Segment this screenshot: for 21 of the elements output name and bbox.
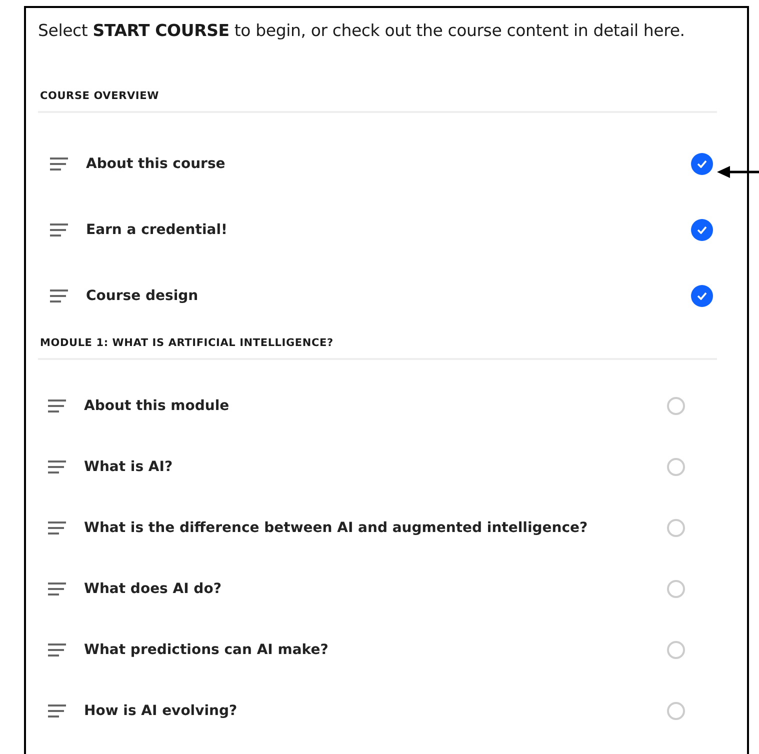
lesson-link[interactable]: What is the difference between AI and augmented intelligence? <box>84 520 667 536</box>
section-heading: COURSE OVERVIEW <box>38 90 717 113</box>
lesson-link[interactable]: What does AI do? <box>84 580 667 596</box>
lesson-link[interactable]: What is AI? <box>84 458 667 474</box>
section-heading: MODULE 1: WHAT IS ARTIFICIAL INTELLIGENCE? <box>38 337 717 360</box>
lesson-link[interactable]: About this course <box>86 156 691 172</box>
text-lines-icon <box>48 642 66 656</box>
text-lines-icon <box>48 704 66 718</box>
lesson-link[interactable]: About this module <box>84 398 667 414</box>
text-lines-icon <box>50 223 68 237</box>
intro-text: Select START COURSE to begin, or check out the course content in detail here. <box>38 20 686 42</box>
text-lines-icon <box>48 582 66 596</box>
lesson-link[interactable]: Earn a credential! <box>86 222 691 238</box>
text-lines-icon <box>50 157 68 171</box>
text-lines-icon <box>50 289 68 303</box>
lesson-link[interactable]: Course design <box>86 288 691 304</box>
text-lines-icon <box>48 460 66 474</box>
lesson-link[interactable]: How is AI evolving? <box>84 702 667 718</box>
text-lines-icon <box>48 520 66 534</box>
text-lines-icon <box>48 398 66 412</box>
lesson-link[interactable]: What predictions can AI make? <box>84 642 667 658</box>
